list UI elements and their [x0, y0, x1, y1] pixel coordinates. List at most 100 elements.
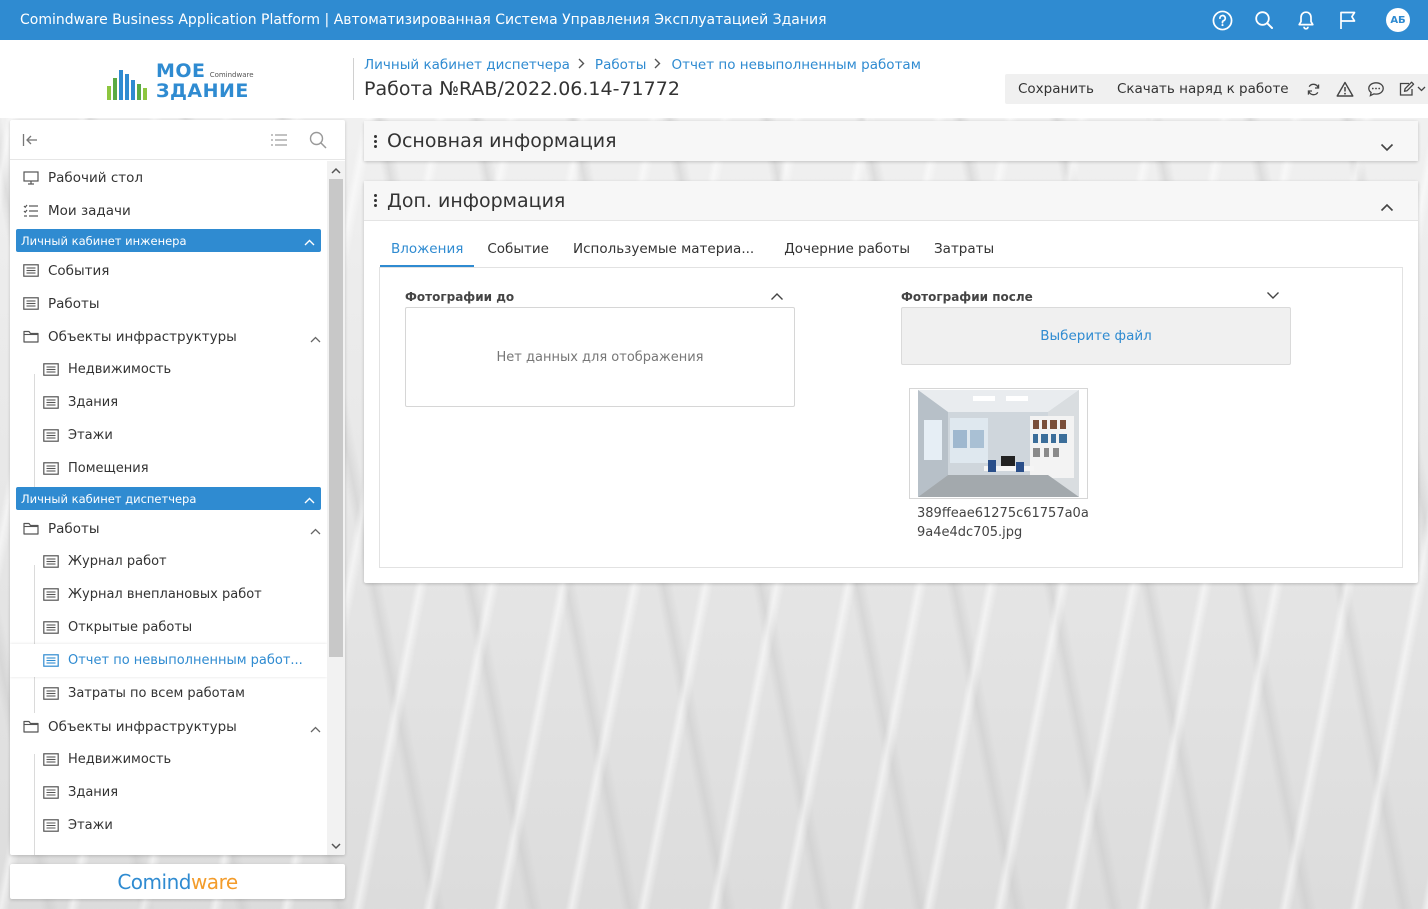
chevron-down-icon[interactable] — [1266, 289, 1280, 304]
sidebar-item-label: Объекты инфраструктуры — [48, 718, 237, 735]
sidebar-item-buildings-2[interactable]: Здания — [10, 776, 327, 809]
sidebar-search-icon[interactable] — [308, 130, 328, 150]
sidebar-item-desktop[interactable]: Рабочий стол — [10, 161, 327, 194]
drag-handle-icon[interactable] — [373, 134, 378, 148]
list-icon — [23, 264, 39, 278]
empty-state-text: Нет данных для отображения — [496, 349, 704, 365]
bell-icon[interactable] — [1294, 8, 1318, 32]
sidebar-item-infrastructure-dispatcher[interactable]: Объекты инфраструктуры — [10, 710, 327, 743]
sidebar-item-open-works[interactable]: Открытые работы — [10, 611, 327, 644]
chevron-up-icon — [304, 235, 315, 249]
chevron-up-icon[interactable] — [1380, 195, 1394, 217]
sidebar-item-label: Недвижимость — [68, 362, 172, 377]
collapse-sidebar-icon[interactable] — [20, 130, 40, 150]
choose-file-button[interactable]: Выберите файл — [901, 307, 1291, 365]
list-icon — [43, 462, 59, 476]
breadcrumb-item-report[interactable]: Отчет по невыполненным работам — [671, 57, 920, 73]
folder-icon — [23, 330, 39, 344]
scroll-down-icon[interactable] — [330, 840, 342, 852]
breadcrumb-item-dispatcher[interactable]: Личный кабинет диспетчера — [364, 57, 570, 73]
list-icon — [43, 555, 59, 569]
sidebar-item-label: Отчет по невыполненным работ... — [68, 653, 303, 668]
scroll-up-icon[interactable] — [330, 164, 342, 176]
sidebar-scrollbar[interactable] — [327, 161, 345, 855]
help-icon[interactable] — [1210, 8, 1234, 32]
download-work-order-button[interactable]: Скачать наряд к работе — [1117, 81, 1289, 97]
chevron-up-icon — [310, 721, 321, 737]
attachment-file-name[interactable]: 389ffeae61275c61757a0a9a4e4dc705.jpg — [917, 504, 1097, 542]
tab-materials[interactable]: Используемые материа... — [562, 241, 765, 268]
chevron-up-icon[interactable] — [770, 290, 784, 305]
tab-child-works[interactable]: Дочерние работы — [773, 241, 921, 268]
breadcrumb-item-works[interactable]: Работы — [595, 57, 647, 73]
search-icon[interactable] — [1252, 8, 1276, 32]
comment-icon[interactable] — [1367, 80, 1385, 98]
sidebar-item-rooms[interactable]: Помещения — [10, 452, 327, 485]
sidebar-item-buildings[interactable]: Здания — [10, 386, 327, 419]
list-icon — [43, 654, 59, 668]
sidebar-item-unfinished-report[interactable]: Отчет по невыполненным работ... — [10, 644, 327, 677]
sidebar-item-label: Здания — [68, 395, 119, 410]
tab-attachments[interactable]: Вложения — [380, 241, 475, 268]
save-button[interactable]: Сохранить — [1018, 81, 1094, 97]
sidebar-item-label: Объекты инфраструктуры — [48, 328, 237, 345]
list-icon — [43, 588, 59, 602]
sidebar-item-label: Работы — [48, 295, 100, 312]
chevron-down-icon[interactable] — [1380, 135, 1394, 157]
comindware-footer-logo: Comindware — [10, 864, 345, 899]
sidebar-item-events[interactable]: События — [10, 254, 327, 287]
extra-info-header[interactable]: Доп. информация — [364, 181, 1418, 221]
drag-handle-icon[interactable] — [373, 194, 378, 207]
folder-icon — [23, 720, 39, 734]
sidebar-item-all-costs[interactable]: Затраты по всем работам — [10, 677, 327, 710]
main-info-header[interactable]: Основная информация — [364, 121, 1418, 161]
attachment-thumbnail[interactable] — [909, 388, 1088, 499]
app-logo[interactable]: МОЕ Comindware ЗДАНИЕ — [105, 60, 255, 104]
sidebar-group-label: Личный кабинет диспетчера — [21, 491, 197, 506]
list-icon — [43, 687, 59, 701]
sidebar-item-real-estate[interactable]: Недвижимость — [10, 353, 327, 386]
app-title: Comindware Business Application Platform… — [20, 12, 827, 28]
refresh-icon[interactable] — [1305, 80, 1323, 98]
sidebar-item-infrastructure-engineer[interactable]: Объекты инфраструктуры — [10, 320, 327, 353]
building-logo-icon — [107, 70, 147, 100]
tab-bar: Вложения Событие Используемые материа...… — [380, 241, 1005, 268]
user-avatar[interactable]: АБ — [1386, 8, 1410, 32]
sidebar-item-label: Этажи — [68, 818, 113, 833]
tab-costs[interactable]: Затраты — [923, 241, 1005, 268]
footer-logo-part1: Comind — [117, 869, 191, 894]
sidebar-item-label: Затраты по всем работам — [68, 686, 245, 701]
sidebar-toolbar — [10, 120, 345, 160]
sidebar-item-works-dispatcher[interactable]: Работы — [10, 512, 327, 545]
warning-icon[interactable] — [1336, 80, 1354, 98]
tab-content: Фотографии до Нет данных для отображения… — [379, 267, 1403, 568]
sidebar-group-engineer[interactable]: Личный кабинет инженера — [16, 229, 321, 252]
tab-event[interactable]: Событие — [476, 241, 560, 268]
extra-info-title: Доп. информация — [387, 189, 566, 212]
sidebar-item-floors-2[interactable]: Этажи — [10, 809, 327, 842]
sidebar-group-dispatcher[interactable]: Личный кабинет диспетчера — [16, 487, 321, 510]
extra-info-panel: Доп. информация Вложения Событие Использ… — [364, 181, 1418, 583]
edit-icon[interactable] — [1398, 80, 1428, 98]
sidebar-item-work-log[interactable]: Журнал работ — [10, 545, 327, 578]
flag-icon[interactable] — [1336, 8, 1360, 32]
folder-icon — [23, 522, 39, 536]
toolbar: Сохранить Скачать наряд к работе — [1005, 74, 1428, 104]
logo-small: Comindware — [209, 71, 254, 79]
list-icon — [43, 621, 59, 635]
chevron-up-icon — [310, 523, 321, 539]
list-view-icon[interactable] — [269, 130, 289, 150]
sidebar-item-floors[interactable]: Этажи — [10, 419, 327, 452]
sidebar-item-my-tasks[interactable]: Мои задачи — [10, 194, 327, 227]
list-icon — [43, 753, 59, 767]
list-icon — [43, 396, 59, 410]
page-title: Работа №RAB/2022.06.14-71772 — [364, 78, 680, 100]
sidebar-item-real-estate-2[interactable]: Недвижимость — [10, 743, 327, 776]
sidebar-nav: Рабочий стол Мои задачи Личный кабинет и… — [10, 161, 327, 855]
sidebar-item-works-engineer[interactable]: Работы — [10, 287, 327, 320]
scrollbar-thumb[interactable] — [329, 179, 343, 657]
sidebar-item-label: Помещения — [68, 461, 149, 476]
list-icon — [43, 786, 59, 800]
sidebar-item-unplanned-log[interactable]: Журнал внеплановых работ — [10, 578, 327, 611]
chevron-right-icon — [654, 58, 661, 72]
